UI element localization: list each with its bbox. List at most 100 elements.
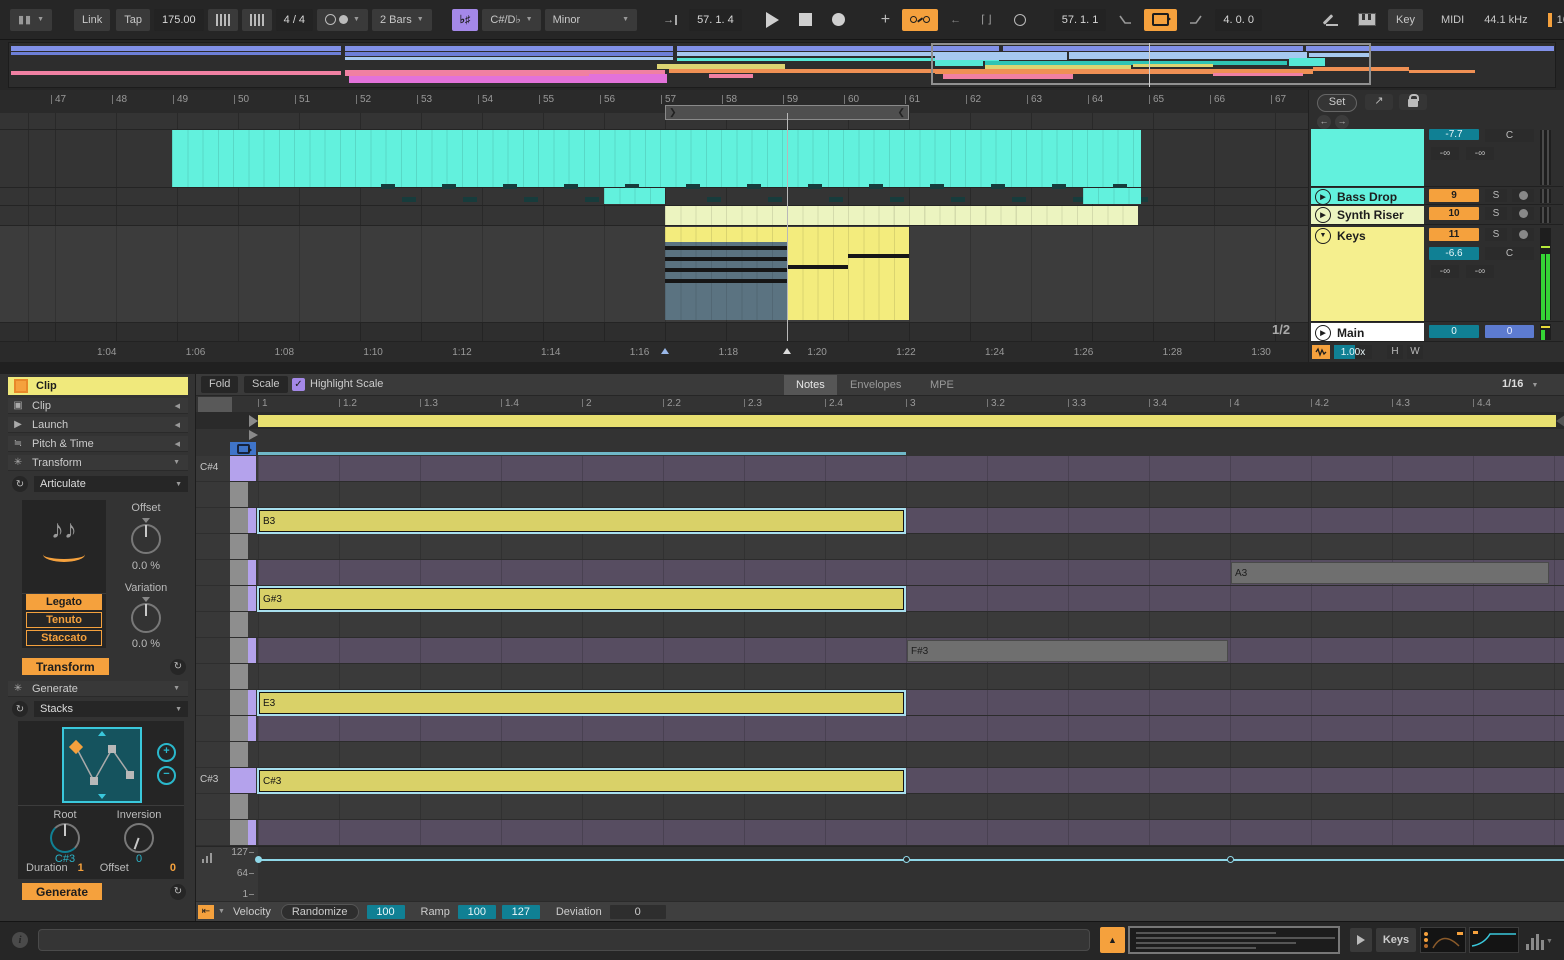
tab-mpe[interactable]: MPE [918, 375, 966, 395]
nudge-down-button[interactable] [208, 9, 238, 31]
piano-key[interactable] [230, 664, 248, 689]
arrangement-clip[interactable] [665, 206, 1138, 225]
piano-roll-lane[interactable] [258, 742, 1564, 768]
piano-key[interactable] [230, 742, 248, 767]
piano-key-root[interactable] [230, 456, 256, 481]
section-clip[interactable]: ▣ Clip ◀ [8, 398, 188, 414]
punch-in-button[interactable] [1110, 9, 1140, 31]
track-header[interactable]: -7.7C-∞-∞ [1311, 129, 1563, 187]
loop-button[interactable] [1144, 9, 1177, 31]
main-volume-field[interactable]: 0 [1429, 325, 1479, 338]
track-play-icon[interactable]: ▶ [1315, 207, 1331, 223]
transform-preset-select[interactable]: Articulate ▼ [34, 476, 188, 492]
track-name[interactable]: ▶Bass Drop [1311, 188, 1424, 205]
main-track-header[interactable]: ▶Main 00 [1311, 323, 1563, 342]
device-thumbnail[interactable] [1469, 927, 1519, 953]
tab-notes[interactable]: Notes [784, 375, 837, 395]
midi-note[interactable]: F#3 [907, 640, 1228, 662]
track-volume-field[interactable]: -6.6 [1429, 247, 1479, 260]
track-play-icon[interactable]: ▶ [1315, 189, 1331, 205]
window-layout-button[interactable]: ▮▮▼ [10, 9, 52, 31]
show-device-view-button[interactable]: ▲ [1100, 927, 1125, 953]
generate-preset-select[interactable]: Stacks ▼ [34, 701, 188, 717]
section-generate[interactable]: ✳ Generate ▼ [8, 681, 188, 697]
clip-start-marker[interactable] [249, 430, 258, 440]
footer-play-button[interactable] [1350, 928, 1372, 952]
solo-button[interactable]: S [1485, 189, 1507, 202]
randomize-amount-field[interactable]: 100 [367, 905, 405, 919]
main-pan-field[interactable]: 0 [1485, 325, 1534, 338]
send-a-field[interactable]: -∞ [1431, 147, 1459, 160]
solo-button[interactable]: S [1485, 228, 1507, 241]
main-split-divider[interactable] [0, 362, 1564, 374]
fold-button[interactable]: Fold [201, 376, 238, 393]
section-pitch-time[interactable]: ≒ Pitch & Time ◀ [8, 436, 188, 452]
stacks-shape-editor[interactable] [62, 727, 142, 803]
piano-key[interactable] [230, 508, 248, 533]
draw-mode-button[interactable] [1314, 9, 1346, 31]
prev-locator-button[interactable]: ← [1317, 115, 1331, 129]
arrangement-overview[interactable] [8, 42, 1556, 88]
new-button[interactable]: + [873, 9, 898, 31]
piano-key[interactable] [230, 638, 248, 663]
arrangement-bar-ruler[interactable]: 4748495051525354555657585960616263646566… [0, 90, 1308, 113]
velocity-marker[interactable] [1227, 856, 1234, 863]
remove-point-button[interactable]: − [157, 766, 176, 785]
track-color-block[interactable] [1311, 129, 1424, 186]
piano-key[interactable] [230, 612, 248, 637]
loop-end-marker[interactable] [1556, 415, 1564, 427]
arm-button[interactable] [1512, 228, 1534, 241]
track-header[interactable]: ▶Bass Drop9S [1311, 188, 1563, 205]
next-locator-button[interactable]: → [1335, 115, 1349, 129]
piano-key[interactable] [230, 794, 248, 819]
midi-note[interactable]: B3 [259, 510, 904, 532]
section-launch[interactable]: ▶ Launch ◀ [8, 417, 188, 433]
stop-button[interactable] [791, 9, 820, 31]
lane-menu-caret[interactable]: ▼ [218, 908, 225, 915]
inversion-knob[interactable] [124, 823, 154, 853]
highlight-scale-checkbox[interactable]: ✓ [292, 378, 305, 391]
staccato-button[interactable]: Staccato [26, 630, 102, 646]
tap-tempo-button[interactable]: Tap [116, 9, 150, 31]
track-name[interactable]: ▼Keys [1311, 227, 1424, 244]
clip-overview-thumbnail[interactable] [1128, 926, 1340, 954]
track-play-icon[interactable]: ▶ [1315, 325, 1331, 341]
arrangement-lanes[interactable]: 1/2 [0, 113, 1308, 341]
legato-button[interactable]: Legato [26, 594, 102, 610]
arrangement-time-ruler[interactable]: 1:041:061:081:101:121:141:161:181:201:22… [0, 341, 1308, 363]
arrangement-clip[interactable] [604, 188, 665, 204]
generate-history-icon[interactable]: ↻ [12, 701, 28, 717]
loop-length-field[interactable]: 4. 0. 0 [1215, 9, 1262, 31]
arrangement-clip[interactable] [172, 130, 1141, 187]
scale-fold-button[interactable]: Scale [244, 376, 288, 393]
tenuto-button[interactable]: Tenuto [26, 612, 102, 628]
piano-key[interactable] [230, 586, 248, 611]
send-b-field[interactable]: -∞ [1466, 265, 1494, 278]
re-enable-automation-button[interactable]: ← [942, 9, 969, 31]
track-pan-field[interactable]: C [1485, 129, 1534, 142]
track-name[interactable]: ▶Main [1311, 324, 1424, 341]
arrangement-position-field[interactable]: 57. 1. 4 [689, 9, 742, 31]
piano-key[interactable] [230, 820, 248, 845]
ramp-from-field[interactable]: 100 [458, 905, 496, 919]
randomize-button[interactable]: Randomize [281, 904, 359, 920]
follow-button[interactable]: → [655, 9, 685, 31]
velocity-lane[interactable]: 127641 [196, 846, 1564, 901]
piano-key[interactable] [230, 690, 248, 715]
midi-note[interactable]: E3 [259, 692, 904, 714]
computer-midi-keyboard-button[interactable] [1350, 9, 1384, 31]
punch-out-button[interactable] [1181, 9, 1211, 31]
key-map-button[interactable]: Key [1388, 9, 1423, 31]
add-point-button[interactable]: + [157, 743, 176, 762]
set-locator-button[interactable]: Set [1317, 94, 1357, 112]
link-button[interactable]: Link [74, 9, 110, 31]
scrub-speed-field[interactable]: 1.00x [1334, 345, 1372, 359]
lock-envelopes-button[interactable] [1399, 94, 1427, 110]
loop-start-marker[interactable] [249, 415, 258, 427]
fixed-grid-w-button[interactable]: W [1407, 345, 1423, 359]
duration-value[interactable]: 1 [78, 862, 84, 874]
track-header[interactable]: ▼Keys11S-6.6C-∞-∞ [1311, 227, 1563, 322]
piano-roll-lane[interactable] [258, 456, 1564, 482]
midi-input-indicator[interactable]: 10 [1429, 207, 1479, 220]
key-signature-icon[interactable]: ♭♯ [452, 9, 479, 31]
